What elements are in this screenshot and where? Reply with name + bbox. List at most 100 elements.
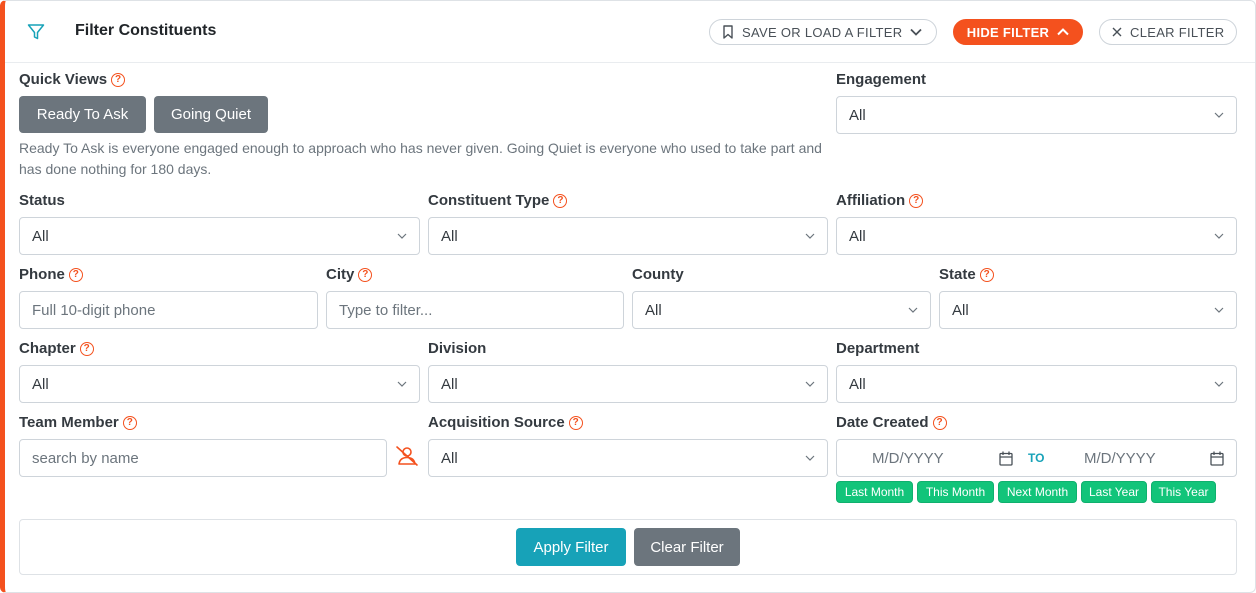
county-select[interactable]: All [632, 291, 931, 329]
status-value: All [32, 227, 49, 245]
chapter-label-text: Chapter [19, 340, 76, 357]
phone-input[interactable]: Full 10-digit phone [19, 291, 318, 329]
state-label-text: State [939, 266, 976, 283]
county-label-text: County [632, 266, 684, 283]
phone-label-text: Phone [19, 266, 65, 283]
help-icon[interactable]: ? [122, 415, 137, 430]
chevron-down-icon [1214, 381, 1224, 387]
help-icon[interactable]: ? [111, 72, 126, 87]
clear-filter-header-label: CLEAR FILTER [1130, 24, 1225, 40]
date-shortcut-this-year[interactable]: This Year [1151, 481, 1216, 503]
affiliation-select[interactable]: All [836, 217, 1237, 255]
department-value: All [849, 375, 866, 393]
clear-filter-button[interactable]: Clear Filter [634, 528, 740, 566]
chevron-down-icon [1214, 307, 1224, 313]
team-member-label: Team Member ? [19, 414, 137, 431]
phone-placeholder: Full 10-digit phone [32, 301, 156, 319]
city-placeholder: Type to filter... [339, 301, 433, 319]
chevron-down-icon [397, 381, 407, 387]
date-from-input[interactable]: M/D/YYYY [872, 450, 944, 467]
county-label: County [632, 266, 684, 283]
affiliation-label-text: Affiliation [836, 192, 906, 209]
acquisition-source-value: All [441, 449, 458, 467]
city-input[interactable]: Type to filter... [326, 291, 624, 329]
phone-label: Phone ? [19, 266, 83, 283]
state-value: All [952, 301, 969, 319]
department-label-text: Department [836, 340, 920, 357]
constituent-type-select[interactable]: All [428, 217, 828, 255]
close-icon [1112, 27, 1122, 37]
team-member-label-text: Team Member [19, 414, 119, 431]
affiliation-label: Affiliation ? [836, 192, 924, 209]
constituent-type-value: All [441, 227, 458, 245]
filter-header: Filter Constituents SAVE OR LOAD A FILTE… [5, 1, 1255, 63]
quick-view-ready-to-ask-button[interactable]: Ready To Ask [19, 96, 146, 133]
calendar-icon[interactable] [999, 451, 1013, 466]
bookmark-icon [723, 25, 733, 39]
chapter-label: Chapter ? [19, 340, 94, 357]
chevron-down-icon [908, 307, 918, 313]
affiliation-value: All [849, 227, 866, 245]
date-shortcut-last-month[interactable]: Last Month [836, 481, 913, 503]
save-or-load-filter-button[interactable]: SAVE OR LOAD A FILTER [709, 19, 937, 45]
date-shortcut-last-year[interactable]: Last Year [1081, 481, 1147, 503]
department-select[interactable]: All [836, 365, 1237, 403]
calendar-icon[interactable] [1210, 451, 1224, 466]
help-icon[interactable]: ? [553, 193, 568, 208]
chevron-down-icon [1214, 112, 1224, 118]
state-select[interactable]: All [939, 291, 1237, 329]
chevron-down-icon [910, 28, 923, 36]
division-label-text: Division [428, 340, 487, 357]
clear-filter-header-button[interactable]: CLEAR FILTER [1099, 19, 1237, 45]
chevron-down-icon [805, 233, 815, 239]
chevron-down-icon [1214, 233, 1224, 239]
city-label-text: City [326, 266, 355, 283]
date-shortcut-this-month[interactable]: This Month [917, 481, 994, 503]
user-slash-icon[interactable] [395, 445, 419, 467]
team-member-placeholder: search by name [32, 449, 139, 467]
help-icon[interactable]: ? [979, 267, 994, 282]
engagement-label: Engagement [836, 71, 926, 88]
filter-icon [27, 24, 45, 40]
constituent-type-label-text: Constituent Type [428, 192, 550, 209]
hide-filter-button[interactable]: HIDE FILTER [953, 19, 1083, 45]
chapter-value: All [32, 375, 49, 393]
acquisition-source-label: Acquisition Source ? [428, 414, 583, 431]
quick-views-label: Quick Views ? [19, 71, 126, 88]
chapter-select[interactable]: All [19, 365, 420, 403]
apply-filter-button[interactable]: Apply Filter [516, 528, 626, 566]
help-icon[interactable]: ? [568, 415, 583, 430]
save-or-load-filter-label: SAVE OR LOAD A FILTER [742, 24, 903, 40]
quick-views-description: Ready To Ask is everyone engaged enough … [19, 140, 822, 177]
help-icon[interactable]: ? [68, 267, 83, 282]
chevron-down-icon [805, 381, 815, 387]
page-title: Filter Constituents [75, 22, 217, 39]
chevron-down-icon [397, 233, 407, 239]
hide-filter-label: HIDE FILTER [966, 24, 1050, 40]
help-icon[interactable]: ? [909, 193, 924, 208]
acquisition-source-select[interactable]: All [428, 439, 828, 477]
chevron-down-icon [805, 455, 815, 461]
status-select[interactable]: All [19, 217, 420, 255]
engagement-select[interactable]: All [836, 96, 1237, 134]
state-label: State ? [939, 266, 994, 283]
help-icon[interactable]: ? [932, 415, 947, 430]
filter-panel: Filter Constituents SAVE OR LOAD A FILTE… [0, 0, 1256, 593]
filter-actions: Apply Filter Clear Filter [19, 519, 1237, 575]
help-icon[interactable]: ? [79, 341, 94, 356]
constituent-type-label: Constituent Type ? [428, 192, 568, 209]
date-shortcut-next-month[interactable]: Next Month [998, 481, 1077, 503]
team-member-input[interactable]: search by name [19, 439, 387, 477]
status-label-text: Status [19, 192, 65, 209]
quick-views-label-text: Quick Views [19, 71, 108, 88]
engagement-value: All [849, 106, 866, 124]
date-to-input[interactable]: M/D/YYYY [1084, 450, 1156, 467]
engagement-label-text: Engagement [836, 71, 927, 88]
quick-view-going-quiet-button[interactable]: Going Quiet [154, 96, 268, 133]
division-label: Division [428, 340, 486, 357]
help-icon[interactable]: ? [358, 267, 373, 282]
department-label: Department [836, 340, 919, 357]
status-label: Status [19, 192, 65, 209]
division-select[interactable]: All [428, 365, 828, 403]
chevron-up-icon [1057, 28, 1069, 36]
